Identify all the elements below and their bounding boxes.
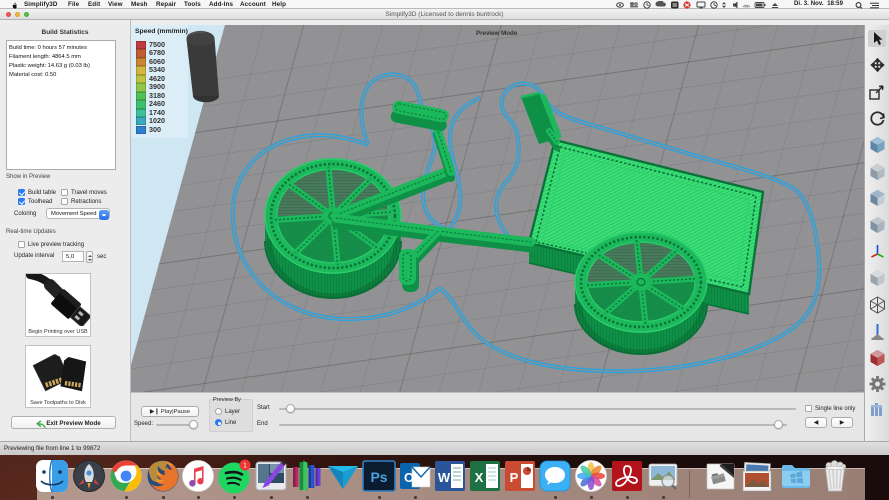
svg-text:W: W bbox=[438, 470, 451, 485]
svg-text:Ps: Ps bbox=[370, 469, 387, 485]
svg-text:X: X bbox=[475, 470, 484, 485]
svg-text:1: 1 bbox=[243, 463, 247, 470]
svg-text:O: O bbox=[404, 470, 414, 485]
svg-text:P: P bbox=[510, 470, 519, 485]
